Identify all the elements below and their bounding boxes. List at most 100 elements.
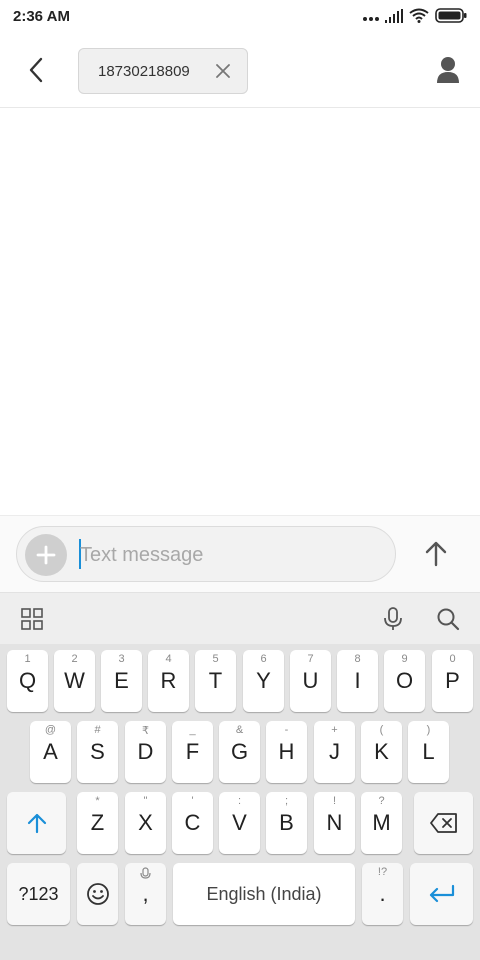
- key-label: T: [208, 668, 223, 693]
- status-bar: 2:36 AM: [0, 0, 480, 34]
- message-input[interactable]: [80, 541, 380, 569]
- key-t[interactable]: 5T: [195, 650, 236, 712]
- key-q[interactable]: 1Q: [7, 650, 48, 712]
- key-w[interactable]: 2W: [54, 650, 95, 712]
- key-x[interactable]: " X: [125, 792, 166, 854]
- key-label: ,: [142, 881, 149, 906]
- key-j[interactable]: + J: [314, 721, 355, 783]
- key-hint: 4: [165, 653, 172, 665]
- message-thread: [0, 109, 480, 515]
- key-label: G: [230, 739, 249, 764]
- wifi-icon: [409, 8, 429, 28]
- voice-input-button[interactable]: [379, 605, 407, 633]
- key-a[interactable]: @ A: [30, 721, 71, 783]
- conversation-header: 18730218809: [0, 34, 480, 108]
- backspace-icon: [429, 813, 457, 833]
- keyboard-menu-button[interactable]: [18, 605, 46, 633]
- key-label: B: [279, 810, 294, 835]
- key-label: M: [372, 810, 391, 835]
- key-f[interactable]: _ F: [172, 721, 213, 783]
- key-label: S: [90, 739, 105, 764]
- key-hint: 1: [24, 653, 31, 665]
- key-i[interactable]: 8I: [337, 650, 378, 712]
- remove-recipient-button[interactable]: [213, 61, 233, 81]
- search-icon: [437, 608, 460, 631]
- key-label: X: [138, 810, 153, 835]
- keyboard-search-button[interactable]: [434, 605, 462, 633]
- back-button[interactable]: [18, 52, 54, 88]
- space-key[interactable]: English (India): [173, 863, 355, 925]
- key-label: W: [64, 668, 85, 693]
- key-hint: 6: [260, 653, 267, 665]
- add-contact-button[interactable]: [430, 52, 466, 88]
- key-o[interactable]: 9O: [384, 650, 425, 712]
- key-label: A: [43, 739, 58, 764]
- message-composer: [0, 515, 480, 592]
- key-p[interactable]: 0P: [432, 650, 473, 712]
- key-hint: 8: [354, 653, 361, 665]
- key-label: H: [278, 739, 295, 764]
- key-m[interactable]: ? M: [361, 792, 402, 854]
- key-b[interactable]: ; B: [266, 792, 307, 854]
- status-icons: [363, 8, 467, 28]
- enter-icon: [429, 884, 454, 903]
- enter-key[interactable]: [410, 863, 473, 925]
- key-label: C: [184, 810, 201, 835]
- key-l[interactable]: ) L: [408, 721, 449, 783]
- key-label: V: [232, 810, 247, 835]
- arrow-up-icon: [425, 541, 447, 567]
- key-label: N: [326, 810, 343, 835]
- key-u[interactable]: 7U: [290, 650, 331, 712]
- microphone-hint-icon: [140, 867, 151, 879]
- key-hint: @: [44, 724, 57, 736]
- key-y[interactable]: 6Y: [243, 650, 284, 712]
- key-hint: *: [95, 795, 100, 807]
- key-c[interactable]: ' C: [172, 792, 213, 854]
- key-hint: #: [94, 724, 101, 736]
- key-v[interactable]: :V: [219, 792, 260, 854]
- status-time: 2:36 AM: [13, 8, 70, 25]
- key-d[interactable]: ₹ D: [125, 721, 166, 783]
- key-hint: (: [379, 724, 384, 736]
- shift-key[interactable]: [7, 792, 66, 854]
- key-label: J: [329, 739, 340, 764]
- key-hint: 5: [212, 653, 219, 665]
- key-hint: ": [143, 795, 148, 807]
- key-label: U: [302, 668, 319, 693]
- key-s[interactable]: # S: [77, 721, 118, 783]
- recipient-chip[interactable]: 18730218809: [78, 48, 248, 94]
- emoji-key[interactable]: [77, 863, 118, 925]
- attach-button[interactable]: [25, 534, 67, 576]
- key-g[interactable]: & G: [219, 721, 260, 783]
- plus-icon: [36, 545, 56, 565]
- key-label: English (India): [206, 883, 322, 904]
- key-label: K: [374, 739, 389, 764]
- shift-arrow-icon: [27, 813, 46, 834]
- period-key[interactable]: !?.: [362, 863, 403, 925]
- key-label: R: [160, 668, 177, 693]
- key-hint: !: [332, 795, 337, 807]
- smiley-icon: [86, 883, 109, 905]
- key-z[interactable]: * Z: [77, 792, 118, 854]
- key-hint: &: [235, 724, 244, 736]
- key-label: I: [354, 668, 361, 693]
- key-r[interactable]: 4R: [148, 650, 189, 712]
- key-h[interactable]: -H: [266, 721, 307, 783]
- comma-key[interactable]: ,: [125, 863, 166, 925]
- key-label: D: [137, 739, 154, 764]
- key-hint: 0: [449, 653, 456, 665]
- send-button[interactable]: [416, 534, 456, 574]
- key-n[interactable]: ! N: [314, 792, 355, 854]
- close-icon: [216, 64, 230, 78]
- signal-icon: [385, 8, 403, 28]
- key-hint: ?: [378, 795, 385, 807]
- key-label: E: [114, 668, 129, 693]
- key-k[interactable]: (K: [361, 721, 402, 783]
- symbols-key[interactable]: ?123: [7, 863, 70, 925]
- key-hint: 3: [118, 653, 125, 665]
- key-hint: !?: [377, 866, 388, 878]
- more-dots-icon: [363, 9, 379, 27]
- key-e[interactable]: 3E: [101, 650, 142, 712]
- backspace-key[interactable]: [414, 792, 473, 854]
- key-label: .: [379, 881, 386, 906]
